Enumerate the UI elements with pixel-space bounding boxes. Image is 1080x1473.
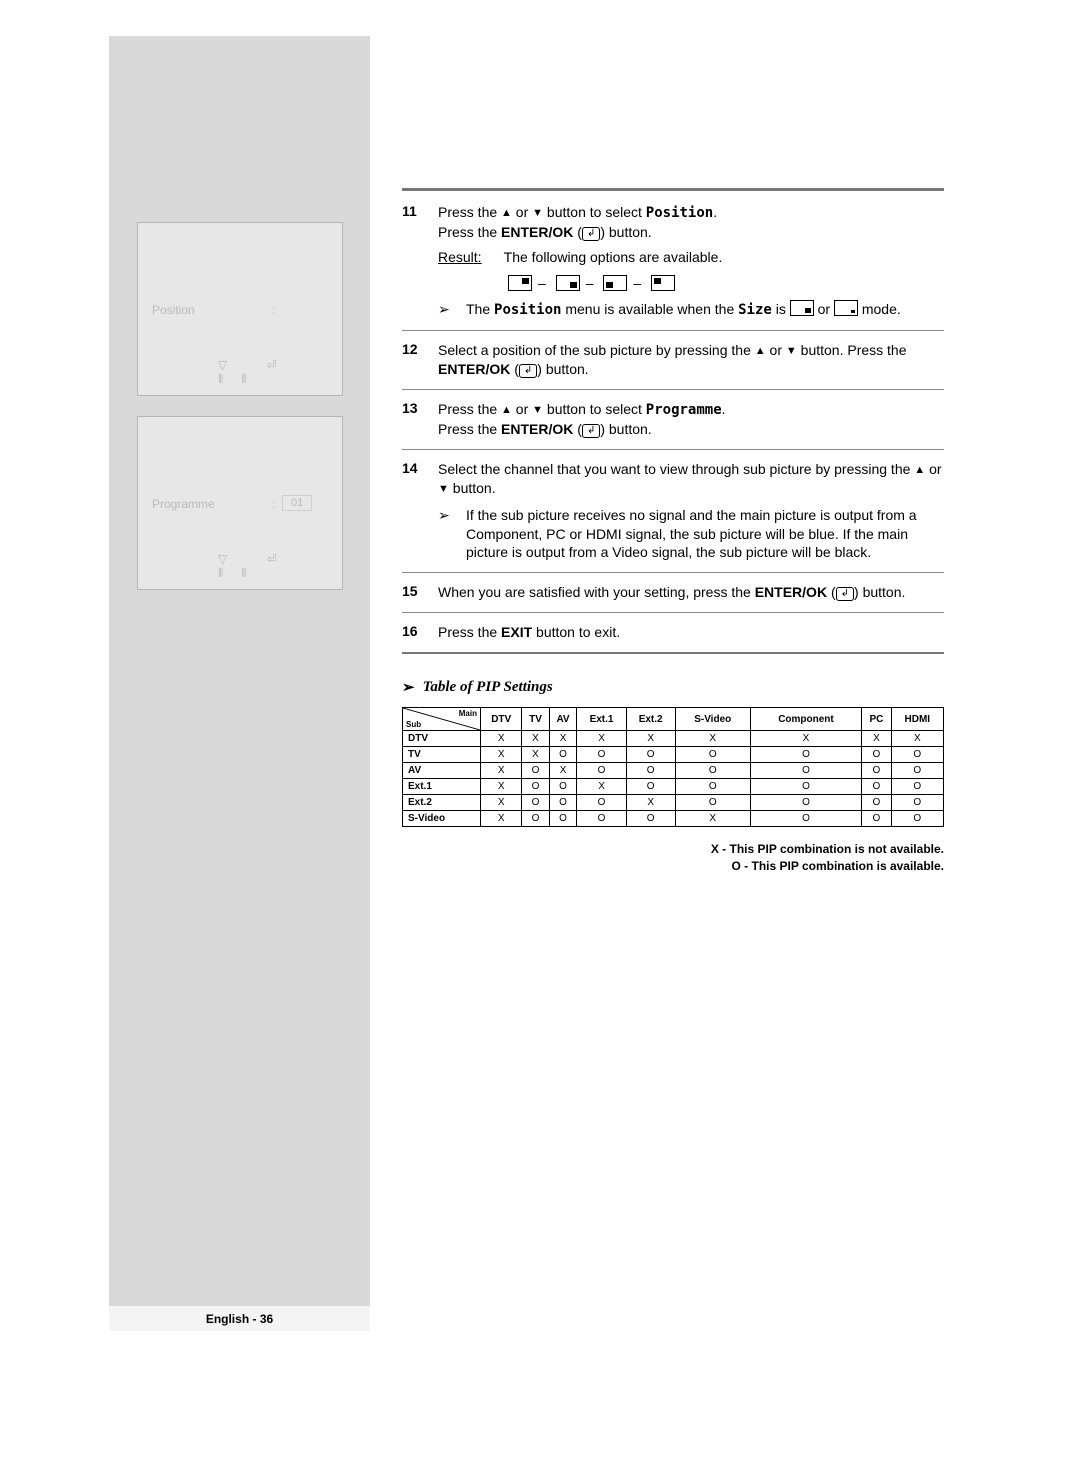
- up-icon: ▲: [501, 403, 512, 418]
- down-icon: ▼: [786, 344, 797, 359]
- step-14: 14 Select the channel that you want to v…: [402, 460, 944, 562]
- osd-programme-value: 01: [282, 495, 312, 511]
- pip-settings-table: MainSubDTVTVAVExt.1Ext.2S-VideoComponent…: [402, 707, 944, 827]
- enter-icon: ↲: [582, 227, 600, 241]
- position-icons-row: – – –: [508, 273, 944, 293]
- step-text: Press the ▲ or ▼ button to select Positi…: [438, 203, 944, 320]
- result-label: Result:: [438, 248, 500, 267]
- step-12: 12 Select a position of the sub picture …: [402, 341, 944, 379]
- step-number: 12: [402, 341, 438, 379]
- step-number: 13: [402, 400, 438, 439]
- osd-position-label: Position: [152, 303, 195, 317]
- osd-programme-panel: Programme : 01 ▽ ⏎ ⦀⦀: [137, 416, 343, 590]
- step-text: Select a position of the sub picture by …: [438, 341, 944, 379]
- note-text: If the sub picture receives no signal an…: [466, 506, 944, 563]
- enter-icon: ↲: [582, 424, 600, 438]
- step-16: 16 Press the EXIT button to exit.: [402, 623, 944, 642]
- bottom-rule: [402, 652, 944, 654]
- step-text: Select the channel that you want to view…: [438, 460, 944, 562]
- manual-page: Position : ▽ ⏎ ⦀⦀ Programme : 01 ▽ ⏎ ⦀⦀ …: [0, 0, 1080, 1473]
- legend-x: X - This PIP combination is not availabl…: [402, 841, 944, 858]
- step-number: 14: [402, 460, 438, 562]
- table-legend: X - This PIP combination is not availabl…: [402, 841, 944, 876]
- osd-colon: :: [272, 303, 275, 317]
- chevron-icon: ➢: [402, 678, 415, 697]
- step-text: Press the EXIT button to exit.: [438, 623, 944, 642]
- chevron-icon: ➢: [438, 300, 466, 320]
- step-number: 16: [402, 623, 438, 642]
- step-number: 15: [402, 583, 438, 602]
- down-icon: ▼: [532, 403, 543, 418]
- sidebar: Position : ▽ ⏎ ⦀⦀ Programme : 01 ▽ ⏎ ⦀⦀: [109, 36, 370, 1331]
- step-15: 15 When you are satisfied with your sett…: [402, 583, 944, 602]
- osd-footer-icons: ▽ ⏎ ⦀⦀: [218, 358, 342, 387]
- pos-bottom-right-icon: [556, 275, 580, 291]
- osd-programme-label: Programme: [152, 497, 215, 511]
- step-number: 11: [402, 203, 438, 320]
- note-block: ➢ The Position menu is available when th…: [438, 300, 944, 320]
- pos-bottom-left-icon: [603, 275, 627, 291]
- result-block: Result: The following options are availa…: [438, 248, 944, 293]
- up-icon: ▲: [501, 206, 512, 221]
- enter-icon: ↲: [519, 364, 537, 378]
- step-text: When you are satisfied with your setting…: [438, 583, 944, 602]
- step-13: 13 Press the ▲ or ▼ button to select Pro…: [402, 400, 944, 439]
- top-rule: [402, 188, 944, 191]
- step-text: Press the ▲ or ▼ button to select Progra…: [438, 400, 944, 439]
- step-11: 11 Press the ▲ or ▼ button to select Pos…: [402, 203, 944, 320]
- table-title-text: Table of PIP Settings: [423, 679, 553, 696]
- enter-icon: ↲: [836, 587, 854, 601]
- pos-top-right-icon: [508, 275, 532, 291]
- up-icon: ▲: [755, 344, 766, 359]
- instruction-content: 11 Press the ▲ or ▼ button to select Pos…: [402, 188, 944, 876]
- down-icon: ▼: [532, 206, 543, 221]
- note-block: ➢ If the sub picture receives no signal …: [438, 506, 944, 563]
- page-footer: English - 36: [109, 1306, 370, 1331]
- down-icon: ▼: [438, 482, 449, 497]
- osd-footer-icons: ▽ ⏎ ⦀⦀: [218, 552, 342, 581]
- up-icon: ▲: [914, 463, 925, 478]
- osd-position-panel: Position : ▽ ⏎ ⦀⦀: [137, 222, 343, 396]
- result-text: The following options are available.: [504, 249, 723, 265]
- size-icon-2: [834, 300, 858, 316]
- chevron-icon: ➢: [438, 506, 466, 563]
- table-heading: ➢ Table of PIP Settings: [402, 678, 944, 697]
- osd-colon: :: [272, 497, 275, 511]
- pos-top-left-icon: [651, 275, 675, 291]
- size-icon-1: [790, 300, 814, 316]
- legend-o: O - This PIP combination is available.: [402, 858, 944, 875]
